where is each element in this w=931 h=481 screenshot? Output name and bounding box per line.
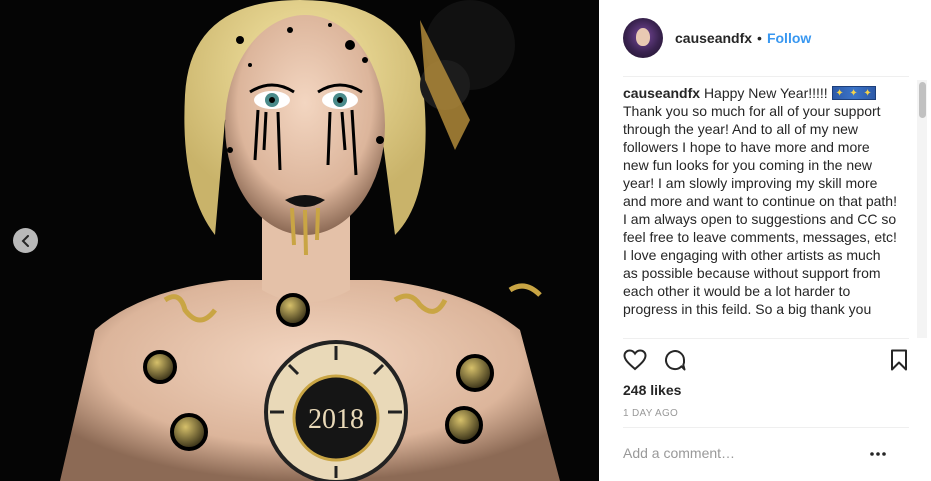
more-options-icon[interactable] xyxy=(869,445,887,463)
bookmark-icon[interactable] xyxy=(887,348,911,372)
post-photo[interactable]: 2018 xyxy=(0,0,599,481)
instagram-post-modal: 2018 causeandfx • Follow causeandfx Happ… xyxy=(0,0,931,481)
caption-username[interactable]: causeandfx xyxy=(623,85,700,101)
sparkles-emoji-icon: ✦ ✦ ✦ xyxy=(831,86,876,100)
caption-scrollbar-track[interactable] xyxy=(917,80,927,338)
header-divider xyxy=(623,76,909,77)
post-timestamp[interactable]: 1 DAY AGO xyxy=(623,408,678,419)
actions-divider xyxy=(623,338,909,339)
post-image: 2018 xyxy=(0,0,599,481)
header-username[interactable]: causeandfx xyxy=(675,30,752,46)
comment-input[interactable] xyxy=(623,443,863,463)
heart-icon[interactable] xyxy=(623,348,647,372)
caption-scroll-area[interactable]: causeandfx Happy New Year!!!!! ✦ ✦ ✦ Thank… xyxy=(623,84,899,337)
clock-year-text: 2018 xyxy=(308,404,364,435)
comment-divider xyxy=(623,427,909,428)
header-separator: • xyxy=(757,30,762,46)
avatar[interactable] xyxy=(623,18,663,58)
post-header: causeandfx • Follow xyxy=(599,0,931,76)
likes-count[interactable]: 248 likes xyxy=(623,382,681,398)
comment-icon[interactable] xyxy=(663,348,687,372)
caption: causeandfx Happy New Year!!!!! ✦ ✦ ✦ Thank… xyxy=(623,84,899,318)
caption-body: Thank you so much for all of your suppor… xyxy=(623,103,897,317)
post-side-panel: causeandfx • Follow causeandfx Happy New… xyxy=(599,0,931,481)
previous-post-button[interactable] xyxy=(13,228,38,253)
post-actions xyxy=(623,348,911,374)
caption-scrollbar-thumb[interactable] xyxy=(919,82,926,118)
caption-opening: Happy New Year!!!!! xyxy=(703,85,828,101)
follow-button[interactable]: Follow xyxy=(767,30,811,46)
chevron-left-icon xyxy=(21,234,29,247)
